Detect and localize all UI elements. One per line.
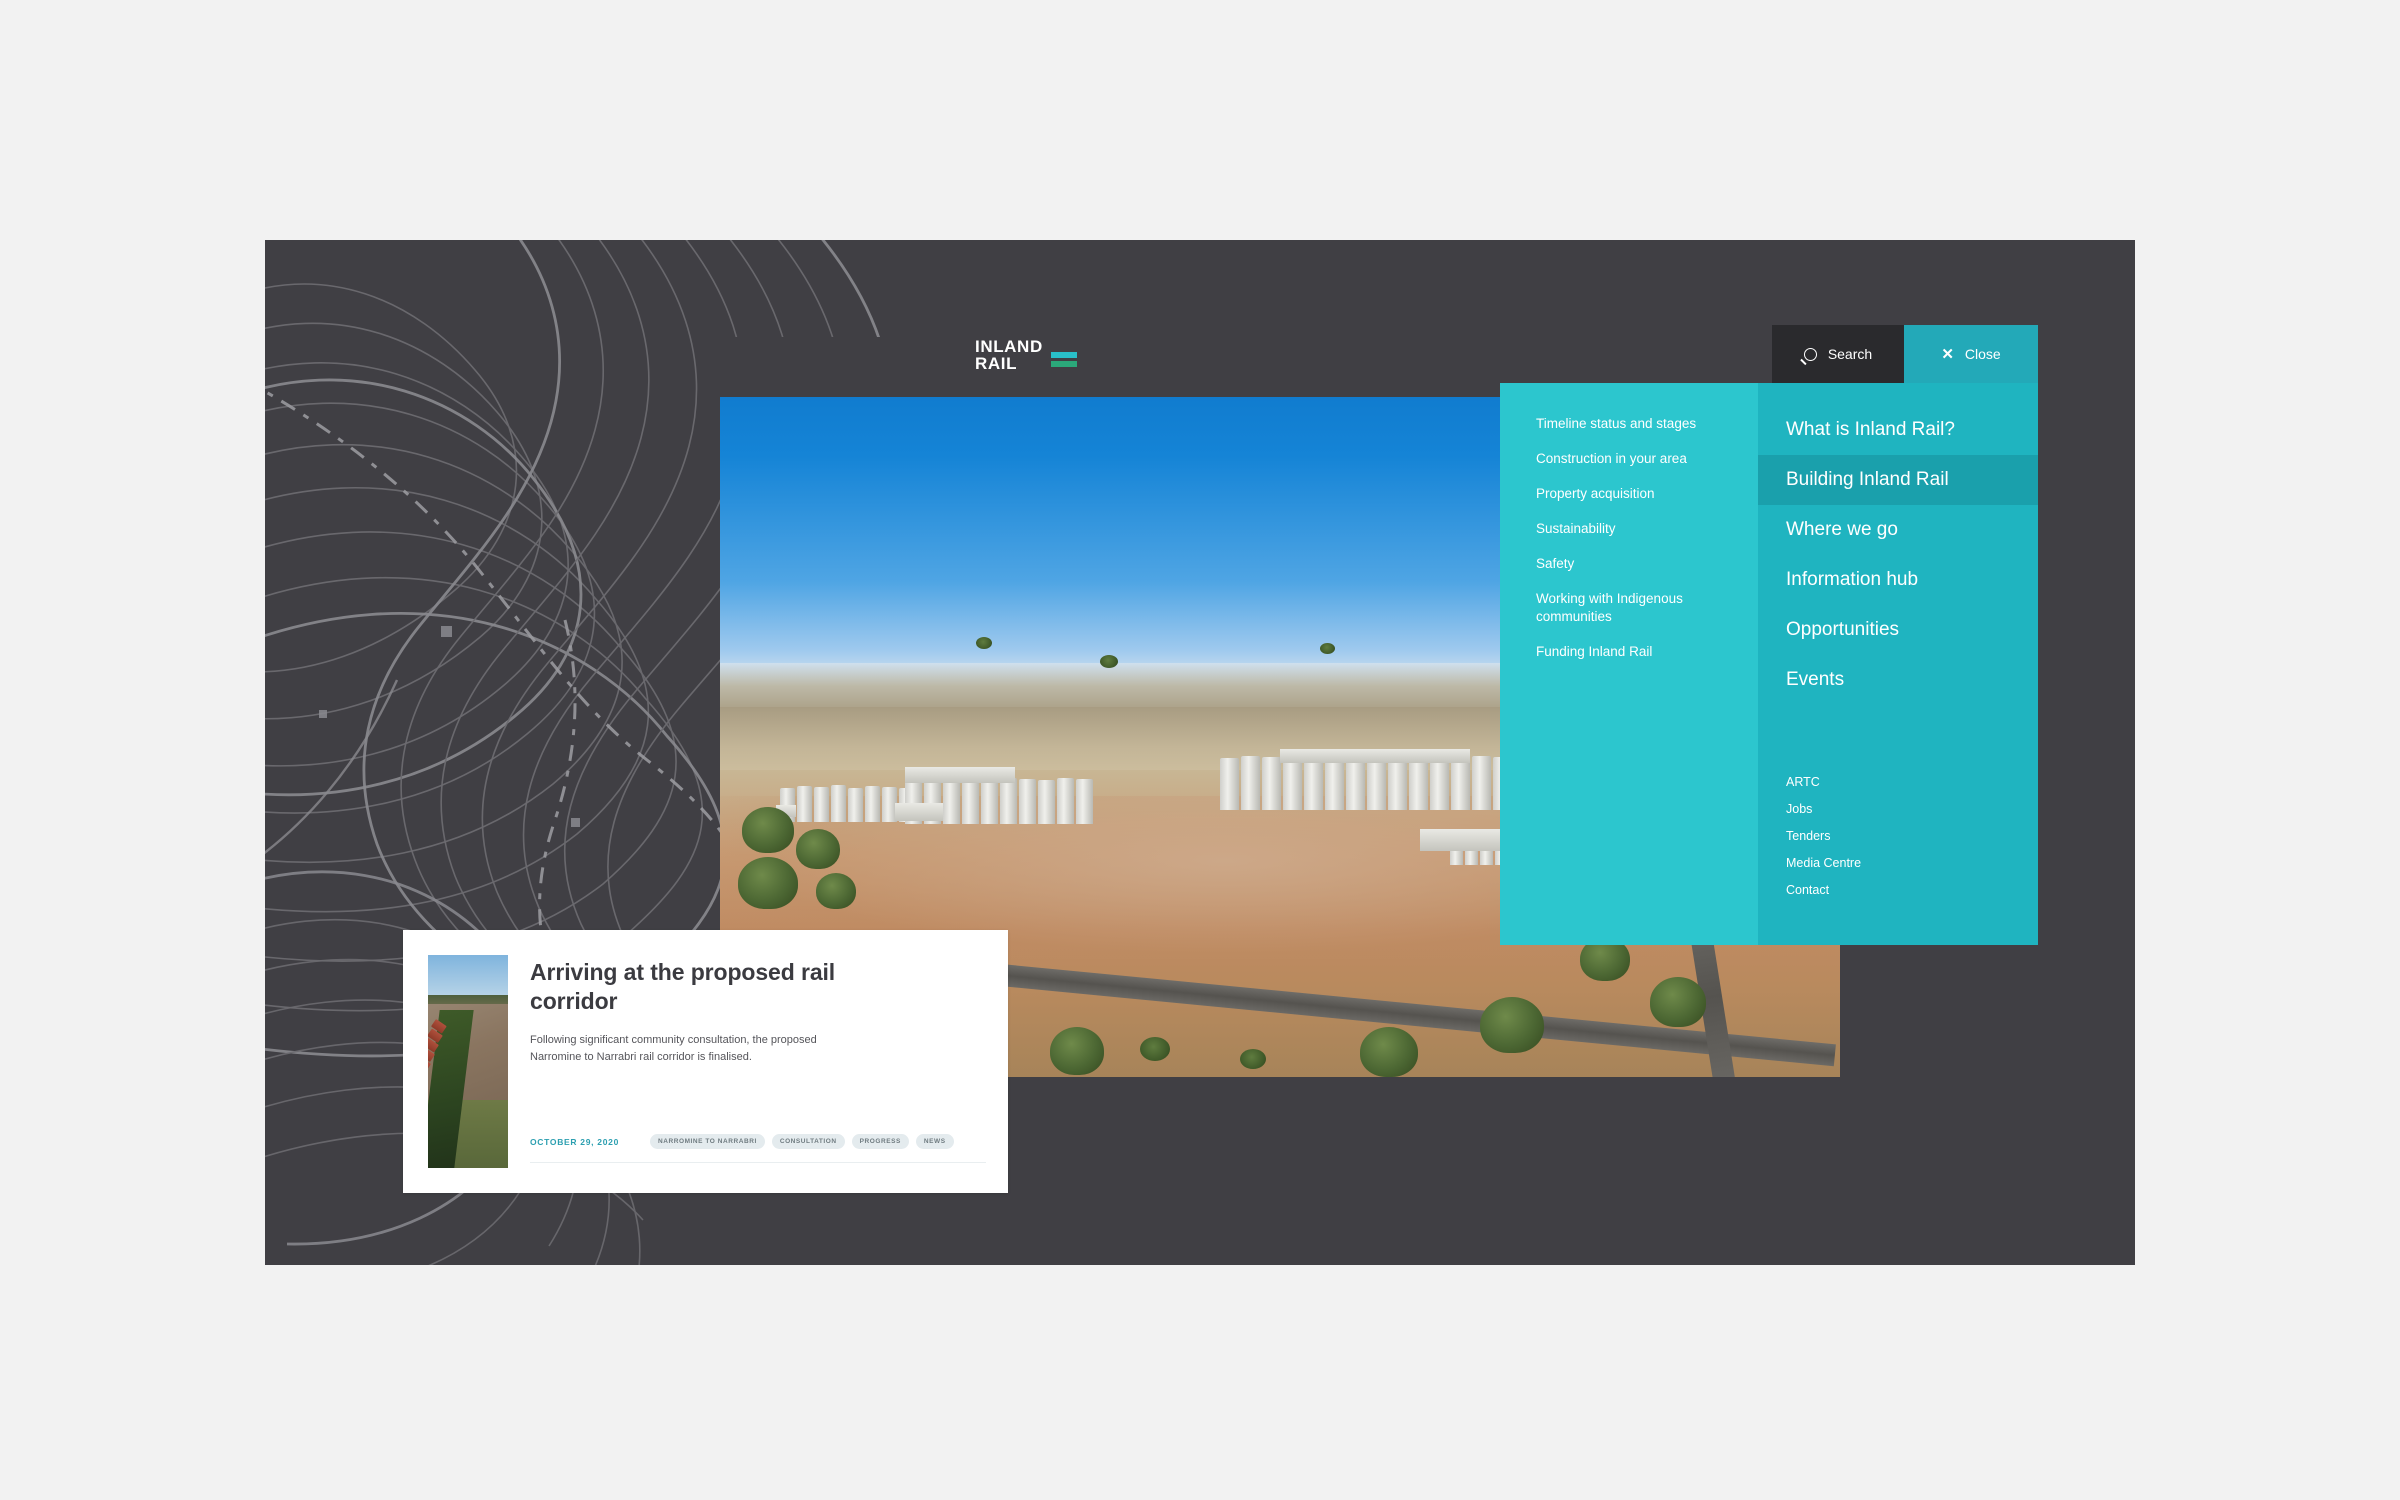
article-card-body: Arriving at the proposed rail corridor F… [508, 930, 1008, 1193]
footer-link-jobs[interactable]: Jobs [1786, 801, 2038, 817]
bush [1320, 643, 1335, 654]
nav-item-what-is-inland-rail[interactable]: What is Inland Rail? [1758, 405, 2038, 455]
tree [742, 807, 794, 853]
tree [796, 829, 840, 869]
search-button-label: Search [1827, 346, 1873, 362]
submenu-item-timeline-status-and-stages[interactable]: Timeline status and stages [1536, 415, 1736, 433]
tag-news[interactable]: NEWS [915, 1134, 954, 1149]
article-date: OCTOBER 29, 2020 [530, 1136, 619, 1147]
article-card-divider [530, 1162, 986, 1163]
thumb-sky [428, 955, 508, 1000]
main-menu-list: What is Inland Rail? Building Inland Rai… [1758, 383, 2038, 705]
article-title: Arriving at the proposed rail corridor [530, 959, 836, 1014]
shed-long-centre [1280, 749, 1470, 763]
tree [738, 857, 798, 909]
mega-nav-panel: Timeline status and stages Construction … [1500, 383, 2038, 945]
tag-consultation[interactable]: CONSULTATION [771, 1134, 845, 1149]
submenu-item-safety[interactable]: Safety [1536, 555, 1736, 573]
silo-cluster-left [780, 785, 914, 822]
footer-link-media-centre[interactable]: Media Centre [1786, 855, 2038, 871]
footer-link-tenders[interactable]: Tenders [1786, 828, 2038, 844]
logo-text-line1: INLAND [975, 337, 1043, 356]
submenu-column: Timeline status and stages Construction … [1500, 383, 1758, 945]
tree [1480, 997, 1544, 1053]
submenu-item-funding-inland-rail[interactable]: Funding Inland Rail [1536, 643, 1736, 661]
shed-long-upper [905, 767, 1015, 783]
site-logo[interactable]: INLAND RAIL [975, 338, 1077, 372]
nav-footer-links: ARTC Jobs Tenders Media Centre Contact [1758, 774, 2038, 909]
close-button[interactable]: ✕ Close [1904, 325, 2038, 383]
nav-item-opportunities[interactable]: Opportunities [1758, 605, 2038, 655]
nav-item-events[interactable]: Events [1758, 655, 2038, 705]
tree [1650, 977, 1706, 1027]
tag-narromine-to-narrabri[interactable]: NARROMINE TO NARRABRI [650, 1134, 765, 1149]
article-thumbnail [428, 955, 508, 1168]
nav-item-where-we-go[interactable]: Where we go [1758, 505, 2038, 555]
submenu-item-property-acquisition[interactable]: Property acquisition [1536, 485, 1736, 503]
bush [1100, 655, 1118, 668]
article-meta: OCTOBER 29, 2020 NARROMINE TO NARRABRI C… [530, 1134, 1030, 1149]
bush [976, 637, 992, 649]
tree [1360, 1027, 1418, 1077]
tree [1050, 1027, 1104, 1075]
close-button-label: Close [1964, 346, 2001, 362]
submenu-item-working-with-indigenous-communities[interactable]: Working with Indigenous communities [1536, 590, 1736, 626]
footer-link-contact[interactable]: Contact [1786, 882, 2038, 898]
article-card[interactable]: Arriving at the proposed rail corridor F… [403, 930, 1008, 1193]
silo-cluster-right [1220, 755, 1512, 810]
bush [1140, 1037, 1170, 1061]
logo-bars-icon [1050, 352, 1077, 367]
bush [1240, 1049, 1266, 1069]
close-icon: ✕ [1941, 345, 1954, 363]
search-button[interactable]: Search [1772, 325, 1904, 383]
logo-text-line2: RAIL [975, 354, 1018, 373]
search-icon [1803, 347, 1817, 361]
main-menu-column: What is Inland Rail? Building Inland Rai… [1758, 383, 2038, 945]
article-description: Following significant community consulta… [530, 1034, 817, 1063]
submenu-item-sustainability[interactable]: Sustainability [1536, 520, 1736, 538]
tree [816, 873, 856, 909]
tag-progress[interactable]: PROGRESS [851, 1134, 909, 1149]
shed-left-small [895, 803, 943, 821]
nav-item-information-hub[interactable]: Information hub [1758, 555, 2038, 605]
nav-item-building-inland-rail[interactable]: Building Inland Rail [1758, 455, 2038, 505]
footer-link-artc[interactable]: ARTC [1786, 774, 2038, 790]
submenu-item-construction-in-your-area[interactable]: Construction in your area [1536, 450, 1736, 468]
article-tag-list: NARROMINE TO NARRABRI CONSULTATION PROGR… [650, 1134, 954, 1149]
